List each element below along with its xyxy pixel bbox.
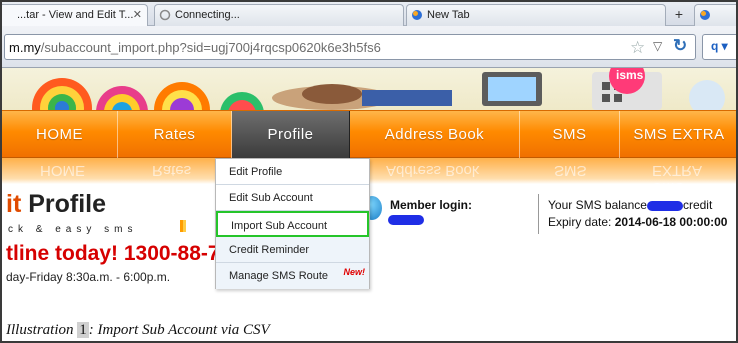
figure-caption: Illustration 1: Import Sub Account via C… <box>6 322 270 339</box>
address-bar[interactable]: m.my/subaccount_import.php?sid=ugj700j4r… <box>4 34 696 60</box>
screenshot-frame: ...tar - View and Edit T... ✕ Connecting… <box>0 0 738 343</box>
expiry-date: Expiry date: 2014-06-18 00:00:00 <box>548 215 727 229</box>
site-banner: isms <box>2 68 736 110</box>
menu-item-edit-profile[interactable]: Edit Profile <box>216 159 369 185</box>
sms-balance: Your SMS balance credit <box>548 198 712 212</box>
browser-tab-strip: ...tar - View and Edit T... ✕ Connecting… <box>2 2 736 26</box>
new-tab-button[interactable]: + <box>668 6 690 24</box>
nav-item-sms[interactable]: SMS <box>520 111 620 159</box>
menu-item-label: Manage SMS Route <box>229 270 329 282</box>
menu-item-import-sub-account[interactable]: Import Sub Account <box>216 211 369 237</box>
nav-item-home[interactable]: HOME <box>2 111 118 159</box>
close-icon[interactable]: ✕ <box>133 8 142 21</box>
url-path: /subaccount_import.php?sid=ugj700j4rqcsp… <box>40 40 381 55</box>
expiry-value: 2014-06-18 00:00:00 <box>614 215 728 229</box>
redacted-username <box>388 215 424 225</box>
nav-reflection-label: Rates <box>152 162 192 179</box>
url-text: m.my/subaccount_import.php?sid=ugj700j4r… <box>9 40 381 55</box>
nav-item-profile[interactable]: Profile <box>232 111 350 159</box>
menu-item-edit-sub-account[interactable]: Edit Sub Account <box>216 185 369 211</box>
reload-icon[interactable]: ↻ <box>673 36 687 56</box>
caption-text: : Import Sub Account via CSV <box>88 322 270 338</box>
office-hours: day-Friday 8:30a.m. - 6:00p.m. <box>6 270 171 284</box>
balance-label: Your SMS balance <box>548 198 647 212</box>
browser-tab-overflow[interactable] <box>694 4 736 26</box>
tagline-mark <box>180 220 186 232</box>
nav-item-rates[interactable]: Rates <box>118 111 232 159</box>
main-nav: HOME Rates Profile Address Book SMS SMS … <box>2 110 736 159</box>
browser-tab-connecting[interactable]: Connecting... <box>154 4 404 26</box>
hotline-text: tline today! 1300-88-7 <box>6 242 220 265</box>
page-title: it Profile <box>6 190 106 219</box>
balance-unit: credit <box>682 198 713 212</box>
profile-dropdown-menu: Edit Profile Edit Sub Account Import Sub… <box>215 158 370 289</box>
nav-reflection-label: HOME <box>40 162 85 179</box>
browser-tab-new[interactable]: New Tab <box>406 4 666 26</box>
nav-reflection-label: SMS EXTRA <box>652 162 703 184</box>
nav-reflection-label: SMS <box>554 162 587 179</box>
browser-logo-icon <box>699 9 711 21</box>
menu-item-manage-sms-route[interactable]: Manage SMS Route New! <box>216 263 369 289</box>
chevron-down-icon[interactable]: ▽ <box>653 39 662 53</box>
nav-reflection-label: Address Book <box>386 162 480 179</box>
nav-item-sms-extra[interactable]: SMS EXTRA <box>620 111 736 159</box>
caption-number: 1 <box>77 322 89 338</box>
bookmark-star-icon[interactable]: ☆ <box>630 38 645 58</box>
page-title-accent: it <box>6 190 22 218</box>
tab-label: Connecting... <box>175 9 240 21</box>
loading-icon <box>159 9 171 21</box>
url-host: m.my <box>9 40 41 55</box>
redacted-balance <box>646 200 683 211</box>
tagline: ck & easy sms <box>8 224 138 235</box>
tab-label: New Tab <box>427 9 470 21</box>
search-engine-icon[interactable]: q ▾ <box>711 39 728 53</box>
caption-prefix: Illustration <box>6 322 74 338</box>
banner-badge: isms <box>616 68 644 82</box>
member-login-label: Member login: <box>390 198 473 212</box>
browser-toolbar: m.my/subaccount_import.php?sid=ugj700j4r… <box>2 26 736 68</box>
browser-logo-icon <box>411 9 423 21</box>
search-box[interactable]: q ▾ <box>702 34 736 60</box>
account-divider <box>538 194 539 234</box>
browser-tab-active[interactable]: ...tar - View and Edit T... ✕ <box>2 4 148 26</box>
new-badge: New! <box>343 267 365 277</box>
expiry-label: Expiry date: <box>548 215 612 229</box>
nav-item-address-book[interactable]: Address Book <box>350 111 520 159</box>
tab-label: ...tar - View and Edit T... <box>17 9 134 21</box>
menu-item-credit-reminder[interactable]: Credit Reminder <box>216 237 369 263</box>
page-title-text: Profile <box>28 190 107 218</box>
